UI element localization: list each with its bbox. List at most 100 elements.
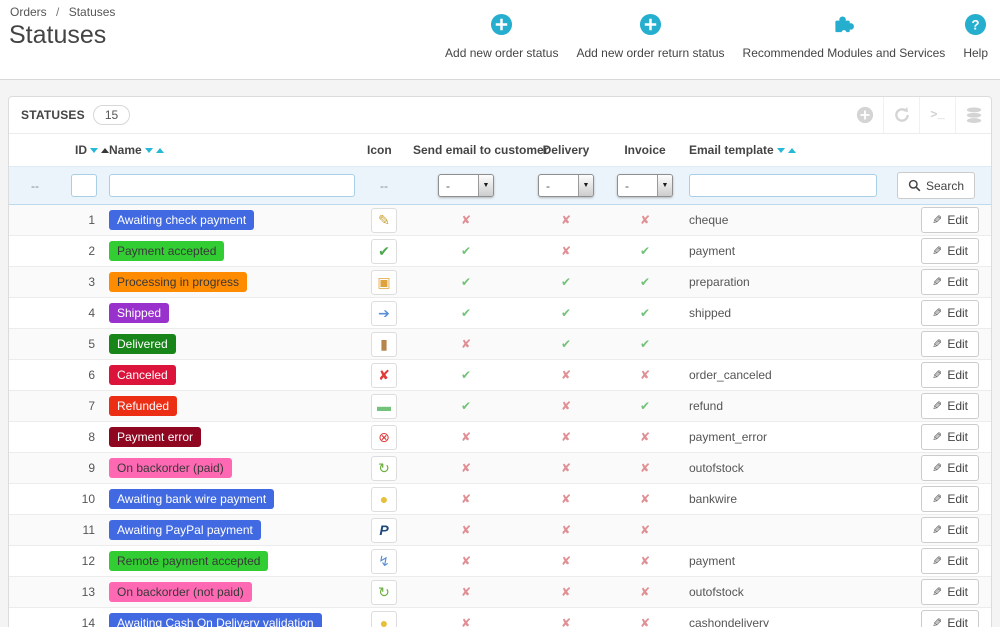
email-template-cell: payment_error: [683, 422, 883, 453]
row-select-cell: [9, 484, 61, 515]
edit-button-label: Edit: [947, 306, 968, 320]
row-select-cell: [9, 546, 61, 577]
breadcrumb-statuses[interactable]: Statuses: [69, 5, 116, 19]
add-status-toolbar-button[interactable]: [847, 97, 883, 133]
terminal-toolbar-button[interactable]: [919, 97, 955, 133]
row-select-cell: [9, 329, 61, 360]
sort-email-template[interactable]: [774, 143, 796, 157]
email-template-filter-input[interactable]: [689, 174, 877, 197]
search-button[interactable]: Search: [897, 172, 975, 199]
row-id: 2: [61, 236, 103, 267]
statuses-panel: STATUSES 15: [8, 96, 992, 627]
mark-send-email: ✘: [461, 554, 471, 568]
edit-button[interactable]: Edit: [921, 331, 979, 357]
sort-name[interactable]: [142, 143, 164, 157]
status-table-row: 5 Delivered ▮ ✘ ✔ ✔ Edit: [9, 329, 991, 360]
edit-button[interactable]: Edit: [921, 548, 979, 574]
status-table-row: 8 Payment error ⊗ ✘ ✘ ✘ payment_error Ed…: [9, 422, 991, 453]
id-filter-input[interactable]: [71, 174, 97, 197]
status-table-row: 4 Shipped ➔ ✔ ✔ ✔ shipped Edit: [9, 298, 991, 329]
name-filter-input[interactable]: [109, 174, 355, 197]
sql-manager-toolbar-button[interactable]: [955, 97, 991, 133]
plug-icon: ↯: [378, 554, 390, 568]
mark-delivery: ✘: [561, 213, 571, 227]
banknote-icon: ▬: [377, 399, 391, 413]
edit-button[interactable]: Edit: [921, 269, 979, 295]
invoice-filter-select[interactable]: -: [617, 174, 673, 197]
status-badge: On backorder (paid): [109, 458, 232, 478]
mark-send-email: ✘: [461, 585, 471, 599]
email-template-cell: outofstock: [683, 453, 883, 484]
mark-delivery: ✔: [561, 306, 571, 320]
edit-button[interactable]: Edit: [921, 455, 979, 481]
mark-delivery: ✘: [561, 244, 571, 258]
edit-button[interactable]: Edit: [921, 424, 979, 450]
status-badge: Payment accepted: [109, 241, 224, 261]
select-value: -: [618, 175, 657, 196]
email-template-cell: [683, 329, 883, 360]
col-email-template-label[interactable]: Email template: [689, 143, 774, 157]
col-name-label[interactable]: Name: [109, 143, 142, 157]
send-email-filter-select[interactable]: -: [438, 174, 494, 197]
edit-pencil-icon: [932, 430, 942, 444]
mark-send-email: ✔: [461, 275, 471, 289]
recommended-modules-button[interactable]: Recommended Modules and Services: [743, 13, 946, 60]
edit-button[interactable]: Edit: [921, 362, 979, 388]
status-table-row: 9 On backorder (paid) ↻ ✘ ✘ ✘ outofstock…: [9, 453, 991, 484]
dropdown-arrow-icon: [478, 175, 493, 196]
row-icon-box: ▮: [371, 332, 397, 357]
status-badge: Awaiting bank wire payment: [109, 489, 274, 509]
mark-send-email: ✘: [461, 492, 471, 506]
edit-button-label: Edit: [947, 213, 968, 227]
mark-delivery: ✘: [561, 585, 571, 599]
coins-icon: ●: [380, 616, 388, 627]
row-id: 9: [61, 453, 103, 484]
edit-button-label: Edit: [947, 461, 968, 475]
mark-invoice: ✔: [640, 306, 650, 320]
status-table-row: 6 Canceled ✘ ✔ ✘ ✘ order_canceled Edit: [9, 360, 991, 391]
status-table-row: 1 Awaiting check payment ✎ ✘ ✘ ✘ cheque …: [9, 205, 991, 236]
select-value: -: [539, 175, 578, 196]
email-template-cell: payment: [683, 236, 883, 267]
col-id-label[interactable]: ID: [75, 143, 87, 157]
edit-button-label: Edit: [947, 368, 968, 382]
edit-button-label: Edit: [947, 523, 968, 537]
edit-button[interactable]: Edit: [921, 207, 979, 233]
delivery-filter-select[interactable]: -: [538, 174, 594, 197]
edit-button[interactable]: Edit: [921, 238, 979, 264]
puzzle-icon: [831, 13, 857, 41]
mark-delivery: ✘: [561, 523, 571, 537]
mark-invoice: ✘: [640, 213, 650, 227]
row-select-cell: [9, 236, 61, 267]
row-id: 4: [61, 298, 103, 329]
edit-button[interactable]: Edit: [921, 300, 979, 326]
refresh-toolbar-button[interactable]: [883, 97, 919, 133]
add-new-order-status-button[interactable]: Add new order status: [445, 13, 558, 60]
add-new-order-return-status-button[interactable]: Add new order return status: [576, 13, 724, 60]
mark-delivery: ✔: [561, 275, 571, 289]
row-icon-box: ↻: [371, 456, 397, 481]
mark-send-email: ✘: [461, 461, 471, 475]
edit-button[interactable]: Edit: [921, 579, 979, 605]
edit-button[interactable]: Edit: [921, 517, 979, 543]
status-count-badge: 15: [93, 105, 130, 125]
action-label: Add new order status: [445, 46, 558, 60]
row-icon-box: ⊗: [371, 425, 397, 450]
col-send-email: Send email to customer: [407, 134, 525, 167]
status-table-row: 3 Processing in progress ▣ ✔ ✔ ✔ prepara…: [9, 267, 991, 298]
mark-send-email: ✔: [461, 368, 471, 382]
edit-pencil-icon: [932, 585, 942, 599]
panel-title: STATUSES: [21, 108, 85, 122]
sort-id[interactable]: [87, 143, 109, 157]
edit-pencil-icon: [932, 306, 942, 320]
edit-button[interactable]: Edit: [921, 610, 979, 627]
mark-invoice: ✘: [640, 492, 650, 506]
edit-button[interactable]: Edit: [921, 393, 979, 419]
help-button[interactable]: ? Help: [963, 13, 988, 60]
row-icon-box: ✔: [371, 239, 397, 264]
email-template-cell: order_canceled: [683, 360, 883, 391]
terminal-icon: [930, 108, 944, 122]
breadcrumb-orders[interactable]: Orders: [10, 5, 47, 19]
edit-button[interactable]: Edit: [921, 486, 979, 512]
row-id: 7: [61, 391, 103, 422]
